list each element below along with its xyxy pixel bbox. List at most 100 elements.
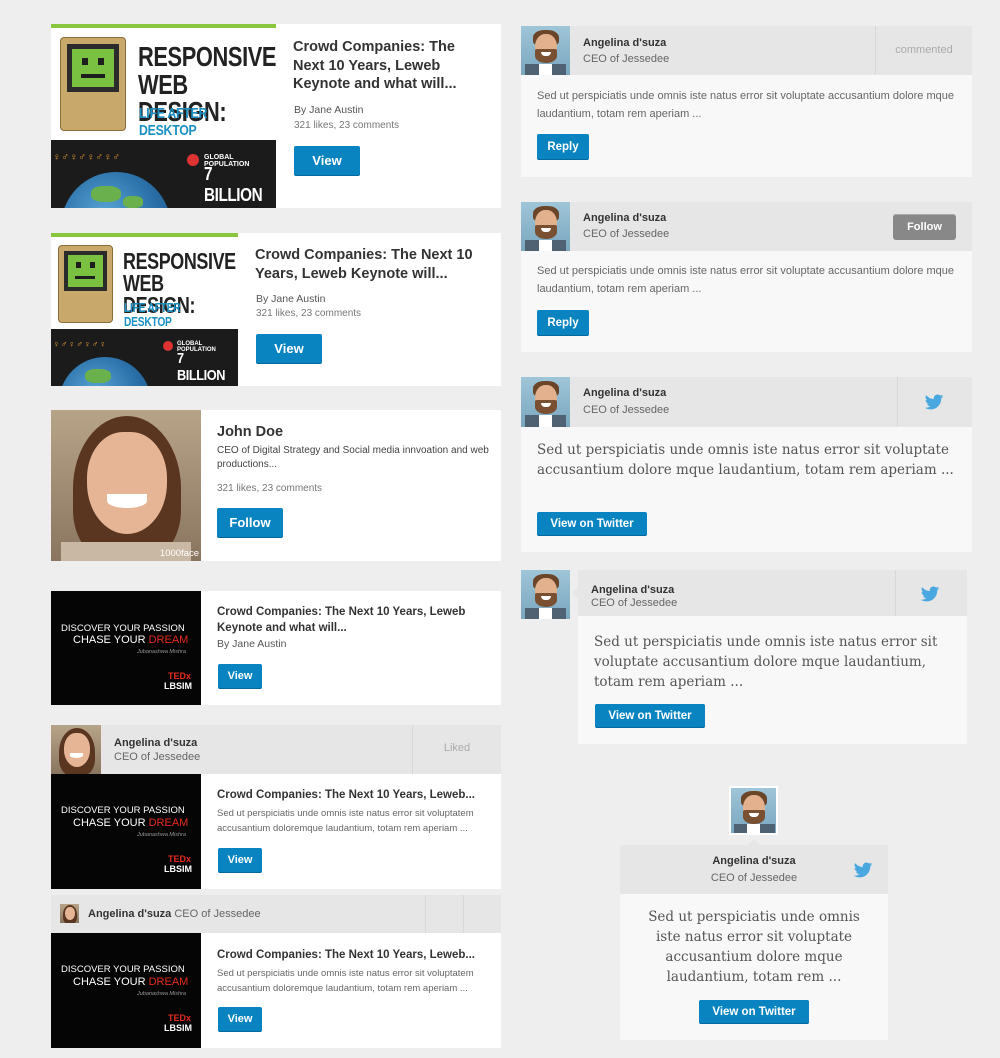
user-role: CEO of Jessedee: [114, 751, 201, 763]
user-role: CEO of Jessedee: [583, 53, 670, 65]
view-button[interactable]: View: [294, 146, 360, 175]
profile-name[interactable]: John Doe: [217, 424, 283, 440]
article-title[interactable]: Crowd Companies: The Next 10 Years, Lewe…: [217, 949, 475, 961]
article-title[interactable]: Crowd Companies: The Next 10 Years, Lewe…: [293, 38, 483, 94]
view-button[interactable]: View: [256, 334, 322, 363]
user-avatar[interactable]: [521, 377, 570, 427]
article-thumbnail[interactable]: RESPONSIVE WEB DESIGN: LIFE AFTER DESKTO…: [51, 233, 238, 386]
globe-icon: [61, 172, 171, 208]
computer-icon: [58, 245, 113, 323]
article-thumbnail[interactable]: RESPONSIVE WEB DESIGN: LIFE AFTER DESKTO…: [51, 24, 276, 208]
article-title[interactable]: Crowd Companies: The Next 10 Years, Lewe…: [255, 246, 495, 283]
twitter-icon[interactable]: [919, 584, 941, 604]
population-icon: [187, 154, 199, 166]
user-name[interactable]: Angelina d'suza: [583, 37, 666, 49]
lbsim-logo: LBSIM: [164, 864, 192, 874]
user-line: Angelina d'suza CEO of Jessedee: [88, 908, 261, 920]
card-header: [620, 845, 888, 894]
tweet-text: Sed ut perspiciatis unde omnis iste natu…: [594, 634, 938, 690]
tweet-text: Sed ut perspiciatis unde omnis iste natu…: [648, 909, 860, 985]
speech-pointer: [572, 587, 578, 599]
ted-line-2: CHASE YOUR DREAM: [73, 634, 189, 646]
people-illustration: ♀♂♀♂♀♂♀: [53, 339, 108, 349]
ted-line-1: DISCOVER YOUR PASSION: [61, 805, 185, 816]
view-button[interactable]: View: [218, 848, 262, 872]
view-on-twitter-button[interactable]: View on Twitter: [699, 1000, 809, 1023]
globe-icon: [59, 357, 151, 386]
article-title[interactable]: Crowd Companies: The Next 10 Years, Lewe…: [217, 605, 482, 636]
people-illustration: ♀♂♀♂♀♂♀♂: [53, 152, 121, 163]
card-header: [521, 377, 972, 427]
tweet-card-2: Angelina d'suza CEO of Jessedee Sed ut p…: [572, 570, 967, 744]
profile-card: 1000face John Doe CEO of Digital Strateg…: [51, 410, 501, 561]
ted-author: Jubanashwa Mishra: [137, 832, 186, 838]
promo-line-3: LIFE AFTER DESKTOP: [124, 301, 181, 329]
tedx-logo: TEDx: [167, 854, 191, 864]
ted-author: Jubanashwa Mishra: [137, 649, 186, 655]
speech-pointer: [748, 839, 760, 845]
user-name[interactable]: Angelina d'suza: [88, 908, 171, 920]
user-role: CEO of Jessedee: [583, 228, 670, 240]
status-label: commented: [895, 44, 953, 56]
view-button[interactable]: View: [218, 664, 262, 688]
article-card-2: RESPONSIVE WEB DESIGN: LIFE AFTER DESKTO…: [51, 233, 501, 386]
view-on-twitter-button[interactable]: View on Twitter: [537, 512, 647, 535]
user-name[interactable]: Angelina d'suza: [591, 584, 674, 596]
user-avatar[interactable]: [729, 786, 778, 835]
twitter-icon[interactable]: [852, 860, 874, 880]
lbsim-logo: LBSIM: [164, 681, 192, 691]
article-title[interactable]: Crowd Companies: The Next 10 Years, Lewe…: [217, 789, 475, 801]
view-button[interactable]: View: [218, 1007, 262, 1031]
comment-text: Sed ut perspiciatis unde omnis iste natu…: [537, 265, 954, 295]
comment-card-1: Angelina d'suza CEO of Jessedee commente…: [521, 26, 972, 177]
header-divider: [895, 570, 896, 616]
tedx-logo: TEDx: [167, 671, 191, 681]
video-thumbnail[interactable]: DISCOVER YOUR PASSION CHASE YOUR DREAM J…: [51, 591, 201, 705]
ted-line-2: CHASE YOUR DREAM: [73, 976, 189, 988]
article-stats: 321 likes, 23 comments: [294, 120, 400, 131]
tweet-card-1: Angelina d'suza CEO of Jessedee Sed ut p…: [521, 377, 972, 552]
video-thumbnail[interactable]: DISCOVER YOUR PASSION CHASE YOUR DREAM J…: [51, 933, 201, 1048]
population-icon: [163, 341, 173, 351]
tweet-text: Sed ut perspiciatis unde omnis iste natu…: [537, 442, 954, 478]
user-name[interactable]: Angelina d'suza: [114, 737, 197, 749]
article-card-1: RESPONSIVE WEB DESIGN: LIFE AFTER DESKTO…: [51, 24, 501, 208]
user-avatar[interactable]: [60, 904, 79, 923]
user-name[interactable]: Angelina d'suza: [620, 855, 888, 867]
tweet-card-3: Angelina d'suza CEO of Jessedee Sed ut p…: [620, 839, 888, 1040]
user-name[interactable]: Angelina d'suza: [583, 387, 666, 399]
video-thumbnail[interactable]: DISCOVER YOUR PASSION CHASE YOUR DREAM J…: [51, 774, 201, 889]
reply-button[interactable]: Reply: [537, 310, 589, 335]
article-card-6: DISCOVER YOUR PASSION CHASE YOUR DREAM J…: [51, 933, 501, 1048]
twitter-icon[interactable]: [923, 392, 945, 412]
profile-description: CEO of Digital Strategy and Social media…: [217, 445, 489, 470]
user-role: CEO of Jessedee: [174, 908, 261, 920]
follow-button[interactable]: Follow: [893, 214, 956, 240]
article-stats: 321 likes, 23 comments: [256, 308, 362, 319]
header-divider: [897, 377, 898, 427]
user-avatar[interactable]: [521, 570, 570, 619]
user-name[interactable]: Angelina d'suza: [583, 212, 666, 224]
article-author: By Jane Austin: [217, 638, 287, 650]
population-value: 7 BILLION: [204, 164, 263, 205]
photo-watermark: 1000face: [159, 548, 199, 559]
comment-card-2: Angelina d'suza CEO of Jessedee Follow S…: [521, 202, 972, 352]
computer-icon: [60, 37, 126, 131]
user-role: CEO of Jessedee: [591, 597, 678, 609]
article-author: By Jane Austin: [294, 104, 364, 116]
user-avatar[interactable]: [51, 725, 101, 774]
ted-author: Jubanashwa Mishra: [137, 991, 186, 997]
ted-line-1: DISCOVER YOUR PASSION: [61, 623, 185, 634]
article-excerpt: Sed ut perspiciatis unde omnis iste natu…: [217, 808, 474, 834]
follow-button[interactable]: Follow: [217, 508, 283, 537]
header-divider: [425, 895, 426, 933]
user-avatar[interactable]: [521, 202, 570, 251]
profile-photo[interactable]: 1000face: [51, 410, 201, 561]
lbsim-logo: LBSIM: [164, 1023, 192, 1033]
view-on-twitter-button[interactable]: View on Twitter: [595, 704, 705, 727]
ted-line-1: DISCOVER YOUR PASSION: [61, 964, 185, 975]
article-excerpt: Sed ut perspiciatis unde omnis iste natu…: [217, 968, 474, 994]
status-label: Liked: [443, 742, 471, 754]
user-avatar[interactable]: [521, 26, 570, 75]
reply-button[interactable]: Reply: [537, 134, 589, 159]
